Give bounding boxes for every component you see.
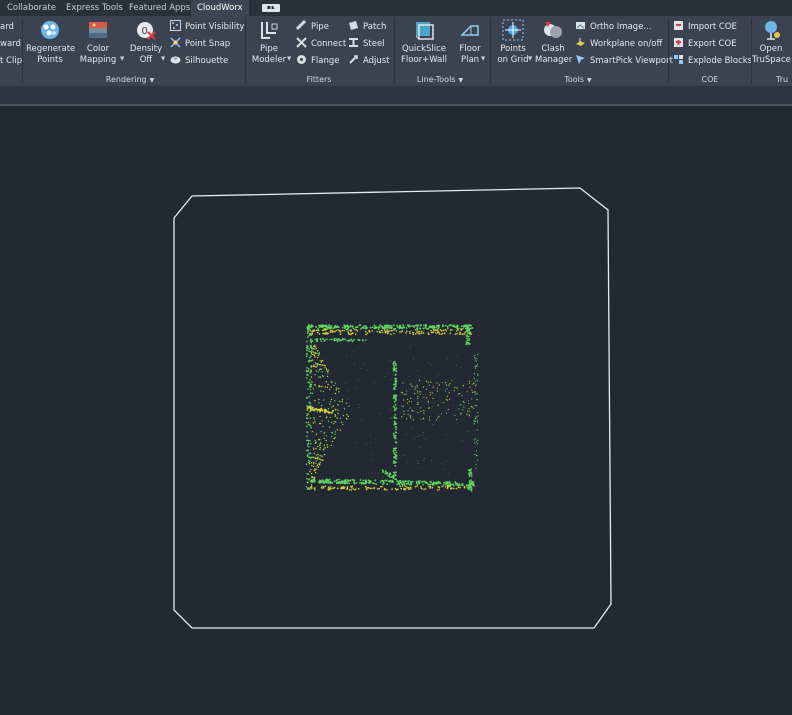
import-coe-icon	[673, 20, 684, 31]
chevron-down-icon: ▼	[587, 77, 592, 84]
export-coe-button[interactable]: Export COE	[673, 37, 737, 51]
panel-separator	[668, 18, 669, 84]
pipe-modeler-button[interactable]: Pipe Modeler	[249, 19, 289, 66]
smartpick-icon	[575, 54, 586, 65]
point-cloud	[305, 324, 479, 492]
density-dropdown-icon[interactable]: ▼	[161, 56, 165, 62]
adjust-button[interactable]: Adjust	[348, 54, 390, 68]
flange-icon	[296, 54, 307, 65]
steel-button[interactable]: Steel	[348, 37, 385, 51]
point-snap-button[interactable]: Point Snap	[170, 37, 230, 51]
floor-plan-icon	[459, 19, 481, 41]
connect-icon	[296, 37, 307, 48]
pipe-modeler-dropdown-icon[interactable]: ▼	[287, 56, 291, 62]
scan-boundary-outline	[173, 187, 612, 629]
svg-text:0: 0	[142, 26, 148, 37]
chevron-down-icon: ▼	[149, 77, 155, 84]
clash-manager-icon	[542, 19, 564, 41]
tab-collaborate[interactable]: Collaborate	[7, 0, 56, 16]
tab-express-tools[interactable]: Express Tools	[66, 0, 123, 16]
leftcut-item-3[interactable]: t Clip	[0, 54, 22, 68]
smartpick-viewport-button[interactable]: SmartPick Viewport	[575, 54, 673, 68]
silhouette-icon	[170, 54, 181, 65]
clash-manager-button[interactable]: Clash Manager	[535, 19, 572, 66]
tools-panel-title[interactable]: Tools ▼	[548, 74, 608, 86]
import-coe-button[interactable]: Import COE	[673, 20, 737, 34]
regenerate-points-icon	[39, 19, 61, 41]
density-icon: 0	[135, 19, 157, 41]
points-on-grid-dropdown-icon[interactable]: ▼	[528, 56, 532, 62]
fitters-panel-title: Fitters	[306, 75, 332, 84]
export-coe-icon	[673, 37, 684, 48]
tab-overflow-badge[interactable]: ▪▪	[262, 4, 280, 12]
tab-overflow-caret[interactable]: ▾	[273, 0, 276, 16]
explode-blocks-icon	[673, 54, 684, 65]
floor-plan-dropdown-icon[interactable]: ▼	[481, 56, 485, 62]
tab-cloudworx[interactable]: CloudWorx	[191, 0, 249, 16]
color-mapping-icon	[87, 19, 109, 41]
color-mapping-button[interactable]: Color Mapping	[76, 19, 120, 66]
ortho-image-icon	[575, 20, 586, 31]
patch-icon	[348, 20, 359, 31]
coe-panel-title: COE	[701, 75, 719, 84]
point-visibility-icon	[170, 20, 181, 31]
ortho-image-button[interactable]: Ortho Image...	[575, 20, 652, 34]
model-viewport[interactable]	[0, 106, 792, 711]
ribbon-footer	[0, 86, 792, 104]
ribbon-tab-bar: Collaborate Express Tools Featured Apps …	[0, 0, 792, 16]
panel-separator	[490, 18, 491, 84]
points-on-grid-icon	[502, 19, 524, 41]
silhouette-button[interactable]: Silhouette	[170, 54, 228, 68]
points-on-grid-button[interactable]: Points on Grid	[496, 19, 530, 66]
truspace-panel-title: Tru	[776, 75, 789, 84]
flange-button[interactable]: Flange	[296, 54, 339, 68]
viewport-canvas[interactable]	[0, 106, 792, 711]
tab-featured-apps[interactable]: Featured Apps	[129, 0, 190, 16]
panel-separator	[22, 18, 23, 84]
explode-blocks-button[interactable]: Explode Blocks	[673, 54, 752, 68]
point-snap-icon	[170, 37, 181, 48]
leftcut-item-2[interactable]: ward	[0, 37, 21, 51]
panel-separator	[245, 18, 246, 84]
regenerate-points-button[interactable]: Regenerate Points	[26, 19, 75, 66]
rendering-panel-title[interactable]: Rendering ▼	[100, 74, 160, 86]
chevron-down-icon: ▼	[458, 77, 464, 84]
point-visibility-button[interactable]: Point Visibility	[170, 20, 244, 34]
patch-button[interactable]: Patch	[348, 20, 386, 34]
leftcut-item-1[interactable]: ard	[0, 20, 14, 34]
workplane-icon	[575, 37, 586, 48]
density-off-button[interactable]: 0 Density Off	[128, 19, 164, 66]
color-mapping-dropdown-icon[interactable]: ▼	[120, 56, 124, 62]
steel-icon	[348, 37, 359, 48]
pipe-icon	[295, 19, 307, 31]
adjust-icon	[348, 54, 359, 65]
panel-separator	[394, 18, 395, 84]
quickslice-button[interactable]: QuickSlice Floor+Wall	[399, 19, 449, 66]
pipe-modeler-icon	[258, 19, 280, 41]
line-tools-panel-title[interactable]: Line-Tools ▼	[410, 74, 470, 86]
open-truspace-button[interactable]: Open TruSpace	[752, 19, 791, 66]
pipe-button[interactable]: Pipe	[295, 19, 329, 34]
workplane-button[interactable]: Workplane on/off	[575, 37, 662, 51]
connect-button[interactable]: Connect	[296, 37, 346, 51]
truspace-icon	[760, 19, 782, 41]
quickslice-icon	[413, 19, 435, 41]
